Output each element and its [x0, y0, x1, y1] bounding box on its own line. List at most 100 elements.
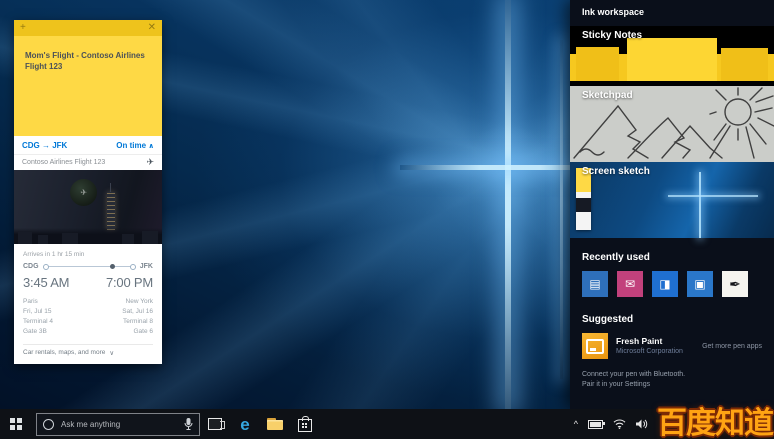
- building: [142, 231, 158, 244]
- arrival-countdown: Arrives in 1 hr 15 min: [23, 251, 85, 258]
- get-more-pen-apps-link[interactable]: Get more pen apps: [702, 343, 762, 350]
- sticky-notes-tile[interactable]: Sticky Notes: [570, 26, 774, 86]
- desktop: + ✕ Mom's Flight - Contoso Airlines Flig…: [0, 0, 774, 439]
- mini-flight-card: [576, 168, 591, 230]
- task-view-icon: [208, 418, 225, 430]
- panel-footer: Connect your pen with Bluetooth. Pair it…: [570, 359, 774, 390]
- sticky-note-preview-right: [720, 48, 768, 81]
- settings-link[interactable]: Pair it in your Settings: [582, 380, 762, 390]
- airline-flight-label: Contoso Airlines Flight 123: [22, 159, 106, 166]
- flight-status-row[interactable]: CDG → JFK On time ∧: [14, 136, 162, 154]
- task-view-button[interactable]: [200, 409, 230, 439]
- building: [62, 233, 78, 244]
- recent-app-5[interactable]: ✒: [722, 271, 748, 297]
- progress-line: [44, 265, 134, 267]
- recent-app-1[interactable]: ▤: [582, 271, 608, 297]
- mini-wallpaper-vline: [698, 172, 701, 238]
- destination-date: Sat, Jul 16: [122, 308, 153, 315]
- speaker-icon[interactable]: [636, 419, 648, 429]
- store-bag-icon: [298, 416, 312, 432]
- tray-expand-chevron[interactable]: ^: [574, 419, 578, 429]
- note-add-button[interactable]: +: [20, 23, 26, 33]
- panel-title: Ink workspace: [582, 7, 645, 17]
- logo-plane-icon: ✈: [80, 188, 88, 197]
- file-explorer-button[interactable]: [260, 409, 290, 439]
- mini-wallpaper-hline: [667, 195, 758, 198]
- flight-status: On time: [116, 140, 147, 150]
- watermark: 百度知道: [657, 407, 774, 439]
- windows-logo-vertical-edge: [505, 0, 511, 409]
- airport-details: Paris Fri, Jul 15 Terminal 4 Gate 3B New…: [23, 297, 153, 337]
- cortana-flight-card: + ✕ Mom's Flight - Contoso Airlines Flig…: [14, 20, 162, 364]
- recently-used-label: Recently used: [582, 252, 650, 263]
- app-icon: ✉: [624, 277, 636, 291]
- wifi-icon[interactable]: [613, 419, 626, 429]
- destination-code: JFK: [139, 262, 153, 270]
- destination-details: New York Sat, Jul 16 Terminal 8 Gate 6: [122, 297, 153, 337]
- more-options-link[interactable]: Car rentals, maps, and more ∨: [23, 344, 153, 360]
- ink-workspace-panel: Ink workspace Sticky Notes Sketchpad Scr…: [570, 0, 774, 409]
- destination-city: New York: [125, 298, 153, 305]
- flight-route: CDG → JFK: [22, 140, 68, 150]
- origin-details: Paris Fri, Jul 15 Terminal 4 Gate 3B: [23, 297, 53, 337]
- departure-time: 3:45 AM: [23, 275, 70, 290]
- fresh-paint-icon[interactable]: [582, 333, 608, 359]
- origin-city: Paris: [23, 298, 38, 305]
- screen-sketch-tile[interactable]: Screen sketch: [570, 162, 774, 238]
- flight-progress: CDG JFK: [23, 262, 153, 270]
- battery-icon[interactable]: [588, 419, 605, 429]
- collapse-chevron-icon: ∧: [148, 142, 154, 150]
- origin-gate: Gate 3B: [23, 328, 47, 335]
- search-input[interactable]: [59, 418, 179, 430]
- note-text[interactable]: Mom's Flight - Contoso Airlines Flight 1…: [14, 36, 162, 136]
- origin-code: CDG: [23, 262, 39, 270]
- destination-terminal: Terminal 8: [123, 318, 153, 325]
- suggested-app-name: Fresh Paint: [616, 336, 663, 346]
- microphone-icon[interactable]: [184, 418, 193, 430]
- note-close-button[interactable]: ✕: [148, 23, 156, 33]
- skyline-silhouette: [14, 228, 162, 244]
- airline-promo-image: ✈: [14, 170, 162, 244]
- airline-row: Contoso Airlines Flight 123 ✈: [14, 154, 162, 170]
- more-options-label: Car rentals, maps, and more: [23, 349, 106, 356]
- start-button[interactable]: [0, 409, 32, 439]
- sticky-note-preview-center: [627, 38, 717, 81]
- edge-button[interactable]: e: [230, 409, 260, 439]
- flight-progress-plane-icon: [110, 264, 116, 269]
- arrival-time: 7:00 PM: [105, 275, 153, 290]
- skyline-tower: [107, 183, 116, 230]
- pen-icon: ✒: [729, 275, 741, 292]
- suggested-app-row: Fresh Paint Microsoft Corporation Get mo…: [570, 333, 774, 359]
- sticky-note-header: + ✕: [14, 20, 162, 36]
- building: [38, 235, 48, 244]
- recent-app-4[interactable]: ▣: [687, 271, 713, 297]
- bluetooth-hint: Connect your pen with Bluetooth.: [582, 371, 686, 378]
- recently-used-apps: ▤ ✉ ◨ ▣ ✒: [570, 271, 774, 297]
- recent-app-3[interactable]: ◨: [652, 271, 678, 297]
- app-icon: ▣: [694, 277, 706, 291]
- edge-icon: e: [240, 414, 250, 434]
- sticky-note-preview-left: [576, 47, 619, 81]
- suggested-app-info[interactable]: Fresh Paint Microsoft Corporation: [616, 336, 683, 356]
- destination-gate: Gate 6: [133, 328, 153, 335]
- store-button[interactable]: [290, 409, 320, 439]
- cortana-icon: [43, 418, 54, 430]
- windows-logo-icon: [9, 417, 23, 431]
- origin-dot-icon: [42, 263, 49, 270]
- airplane-icon: ✈: [146, 157, 154, 167]
- recent-app-2[interactable]: ✉: [617, 271, 643, 297]
- cortana-search-box[interactable]: [36, 412, 200, 436]
- origin-date: Fri, Jul 15: [23, 308, 52, 315]
- app-icon: ▤: [589, 277, 601, 291]
- suggested-app-publisher: Microsoft Corporation: [616, 348, 683, 355]
- sketchpad-label: Sketchpad: [582, 90, 633, 101]
- flight-status-toggle[interactable]: On time ∧: [116, 141, 154, 150]
- sketchpad-tile[interactable]: Sketchpad: [570, 86, 774, 162]
- suggested-label: Suggested: [582, 314, 634, 325]
- destination-dot-icon: [129, 263, 136, 270]
- app-icon: ◨: [659, 277, 671, 291]
- flight-progress-track: [42, 262, 136, 270]
- origin-terminal: Terminal 4: [23, 318, 53, 325]
- contoso-logo: ✈: [70, 179, 98, 206]
- sticky-note[interactable]: + ✕ Mom's Flight - Contoso Airlines Flig…: [14, 20, 162, 136]
